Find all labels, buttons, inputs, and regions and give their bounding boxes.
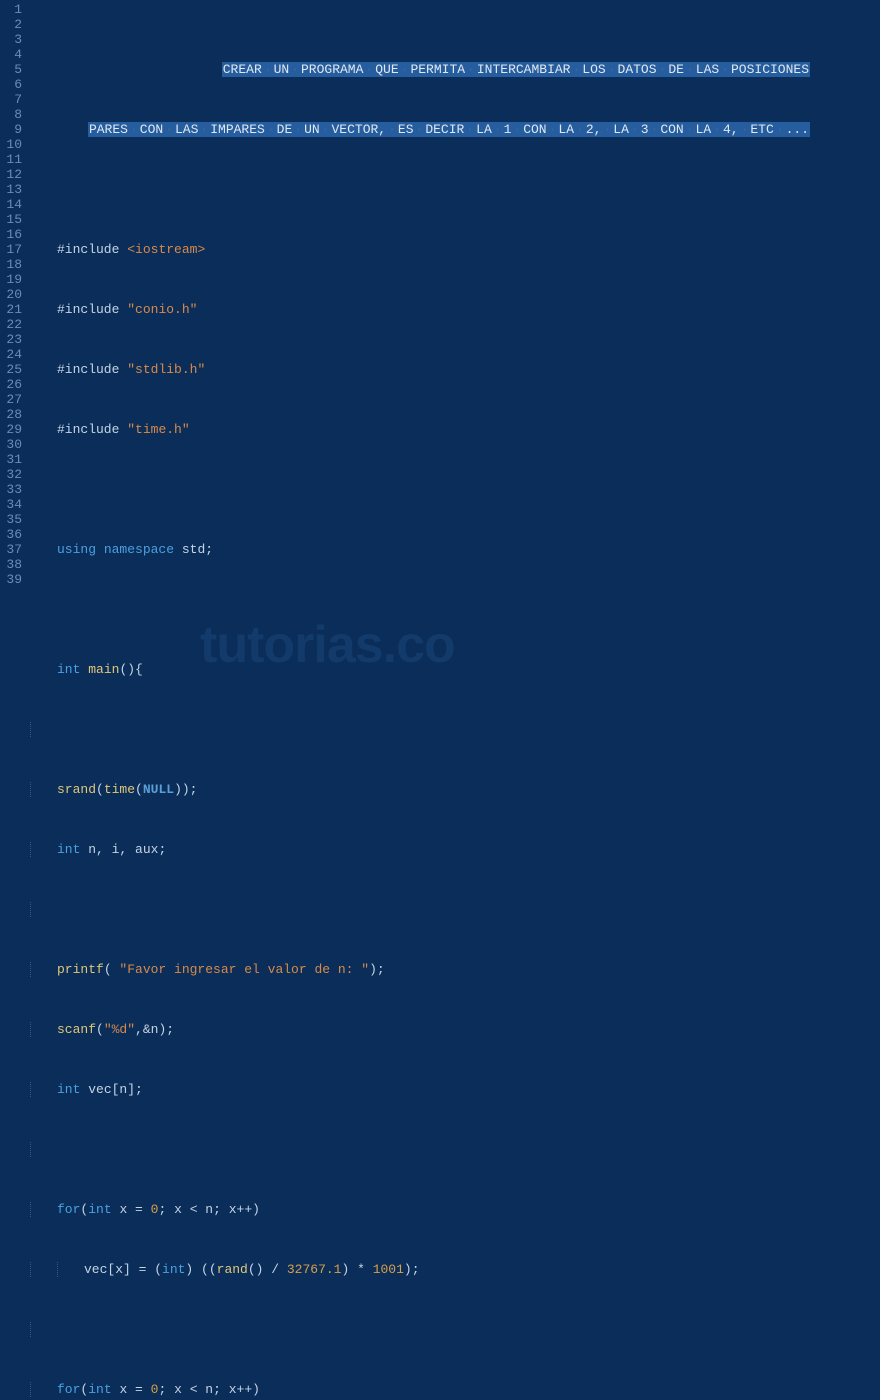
kw-int: int	[57, 662, 80, 677]
line-number: 21	[4, 302, 22, 317]
line-number: 7	[4, 92, 22, 107]
line-number: 9	[4, 122, 22, 137]
fn-srand: srand	[57, 782, 96, 797]
kw-int: int	[162, 1262, 185, 1277]
line-number: 23	[4, 332, 22, 347]
line-number: 13	[4, 182, 22, 197]
num-0: 0	[151, 1382, 159, 1397]
preproc-include: #include	[57, 242, 119, 257]
num-0: 0	[151, 1202, 159, 1217]
fn-printf: printf	[57, 962, 104, 977]
kw-for: for	[57, 1382, 80, 1397]
include-header: "conio.h"	[127, 302, 197, 317]
fn-scanf: scanf	[57, 1022, 96, 1037]
inc-x: x++	[229, 1202, 252, 1217]
line-number: 8	[4, 107, 22, 122]
line-number: 19	[4, 272, 22, 287]
kw-namespace: namespace	[104, 542, 174, 557]
comment-line-2: PARES·CON·LAS·IMPARES·DE·UN·VECTOR,·ES·D…	[88, 122, 810, 137]
line-number: 34	[4, 497, 22, 512]
line-number: 30	[4, 437, 22, 452]
line-number: 6	[4, 77, 22, 92]
line-number: 37	[4, 542, 22, 557]
var-x: x	[119, 1202, 127, 1217]
inc-x: x++	[229, 1382, 252, 1397]
num-mul: 1001	[373, 1262, 404, 1277]
line-number: 36	[4, 527, 22, 542]
line-number: 2	[4, 17, 22, 32]
var-decl: n, i, aux	[88, 842, 158, 857]
line-number: 33	[4, 482, 22, 497]
line-number: 18	[4, 257, 22, 272]
line-number: 28	[4, 407, 22, 422]
include-header: <iostream>	[127, 242, 205, 257]
num-div: 32767.1	[287, 1262, 342, 1277]
var-n: n	[205, 1382, 213, 1397]
kw-using: using	[57, 542, 96, 557]
kw-int: int	[57, 1082, 80, 1097]
comment-line-1: CREAR·UN·PROGRAMA·QUE·PERMITA·INTERCAMBI…	[222, 62, 810, 77]
line-number: 32	[4, 467, 22, 482]
line-number: 4	[4, 47, 22, 62]
str-fmt: "%d"	[104, 1022, 135, 1037]
line-number: 12	[4, 167, 22, 182]
line-number: 31	[4, 452, 22, 467]
line-number: 24	[4, 347, 22, 362]
str-prompt: "Favor ingresar el valor de n: "	[119, 962, 369, 977]
code-area[interactable]: CREAR·UN·PROGRAMA·QUE·PERMITA·INTERCAMBI…	[30, 0, 880, 700]
line-number: 25	[4, 362, 22, 377]
preproc-include: #include	[57, 362, 119, 377]
fn-main: main	[88, 662, 119, 677]
line-number: 39	[4, 572, 22, 587]
line-number: 17	[4, 242, 22, 257]
id-std: std	[182, 542, 205, 557]
line-number: 10	[4, 137, 22, 152]
var-x: x	[174, 1382, 182, 1397]
line-number: 5	[4, 62, 22, 77]
line-number: 1	[4, 2, 22, 17]
var-x: x	[119, 1382, 127, 1397]
var-vec: vec[n]	[88, 1082, 135, 1097]
line-number: 29	[4, 422, 22, 437]
line-number: 3	[4, 32, 22, 47]
kw-for: for	[57, 1202, 80, 1217]
line-number: 38	[4, 557, 22, 572]
line-number: 22	[4, 317, 22, 332]
var-x: x	[174, 1202, 182, 1217]
code-editor[interactable]: 1234567891011121314151617181920212223242…	[0, 0, 880, 700]
line-number: 35	[4, 512, 22, 527]
kw-int: int	[57, 842, 80, 857]
line-number-gutter: 1234567891011121314151617181920212223242…	[0, 0, 30, 700]
include-header: "time.h"	[127, 422, 189, 437]
var-n: n	[205, 1202, 213, 1217]
const-null: NULL	[143, 782, 174, 797]
line-number: 14	[4, 197, 22, 212]
preproc-include: #include	[57, 422, 119, 437]
include-header: "stdlib.h"	[127, 362, 205, 377]
fn-rand: rand	[217, 1262, 248, 1277]
line-number: 26	[4, 377, 22, 392]
line-number: 20	[4, 287, 22, 302]
fn-time: time	[104, 782, 135, 797]
line-number: 11	[4, 152, 22, 167]
kw-int: int	[88, 1202, 111, 1217]
arg: ,&n	[135, 1022, 158, 1037]
preproc-include: #include	[57, 302, 119, 317]
kw-int: int	[88, 1382, 111, 1397]
line-number: 15	[4, 212, 22, 227]
line-number: 27	[4, 392, 22, 407]
line-number: 16	[4, 227, 22, 242]
